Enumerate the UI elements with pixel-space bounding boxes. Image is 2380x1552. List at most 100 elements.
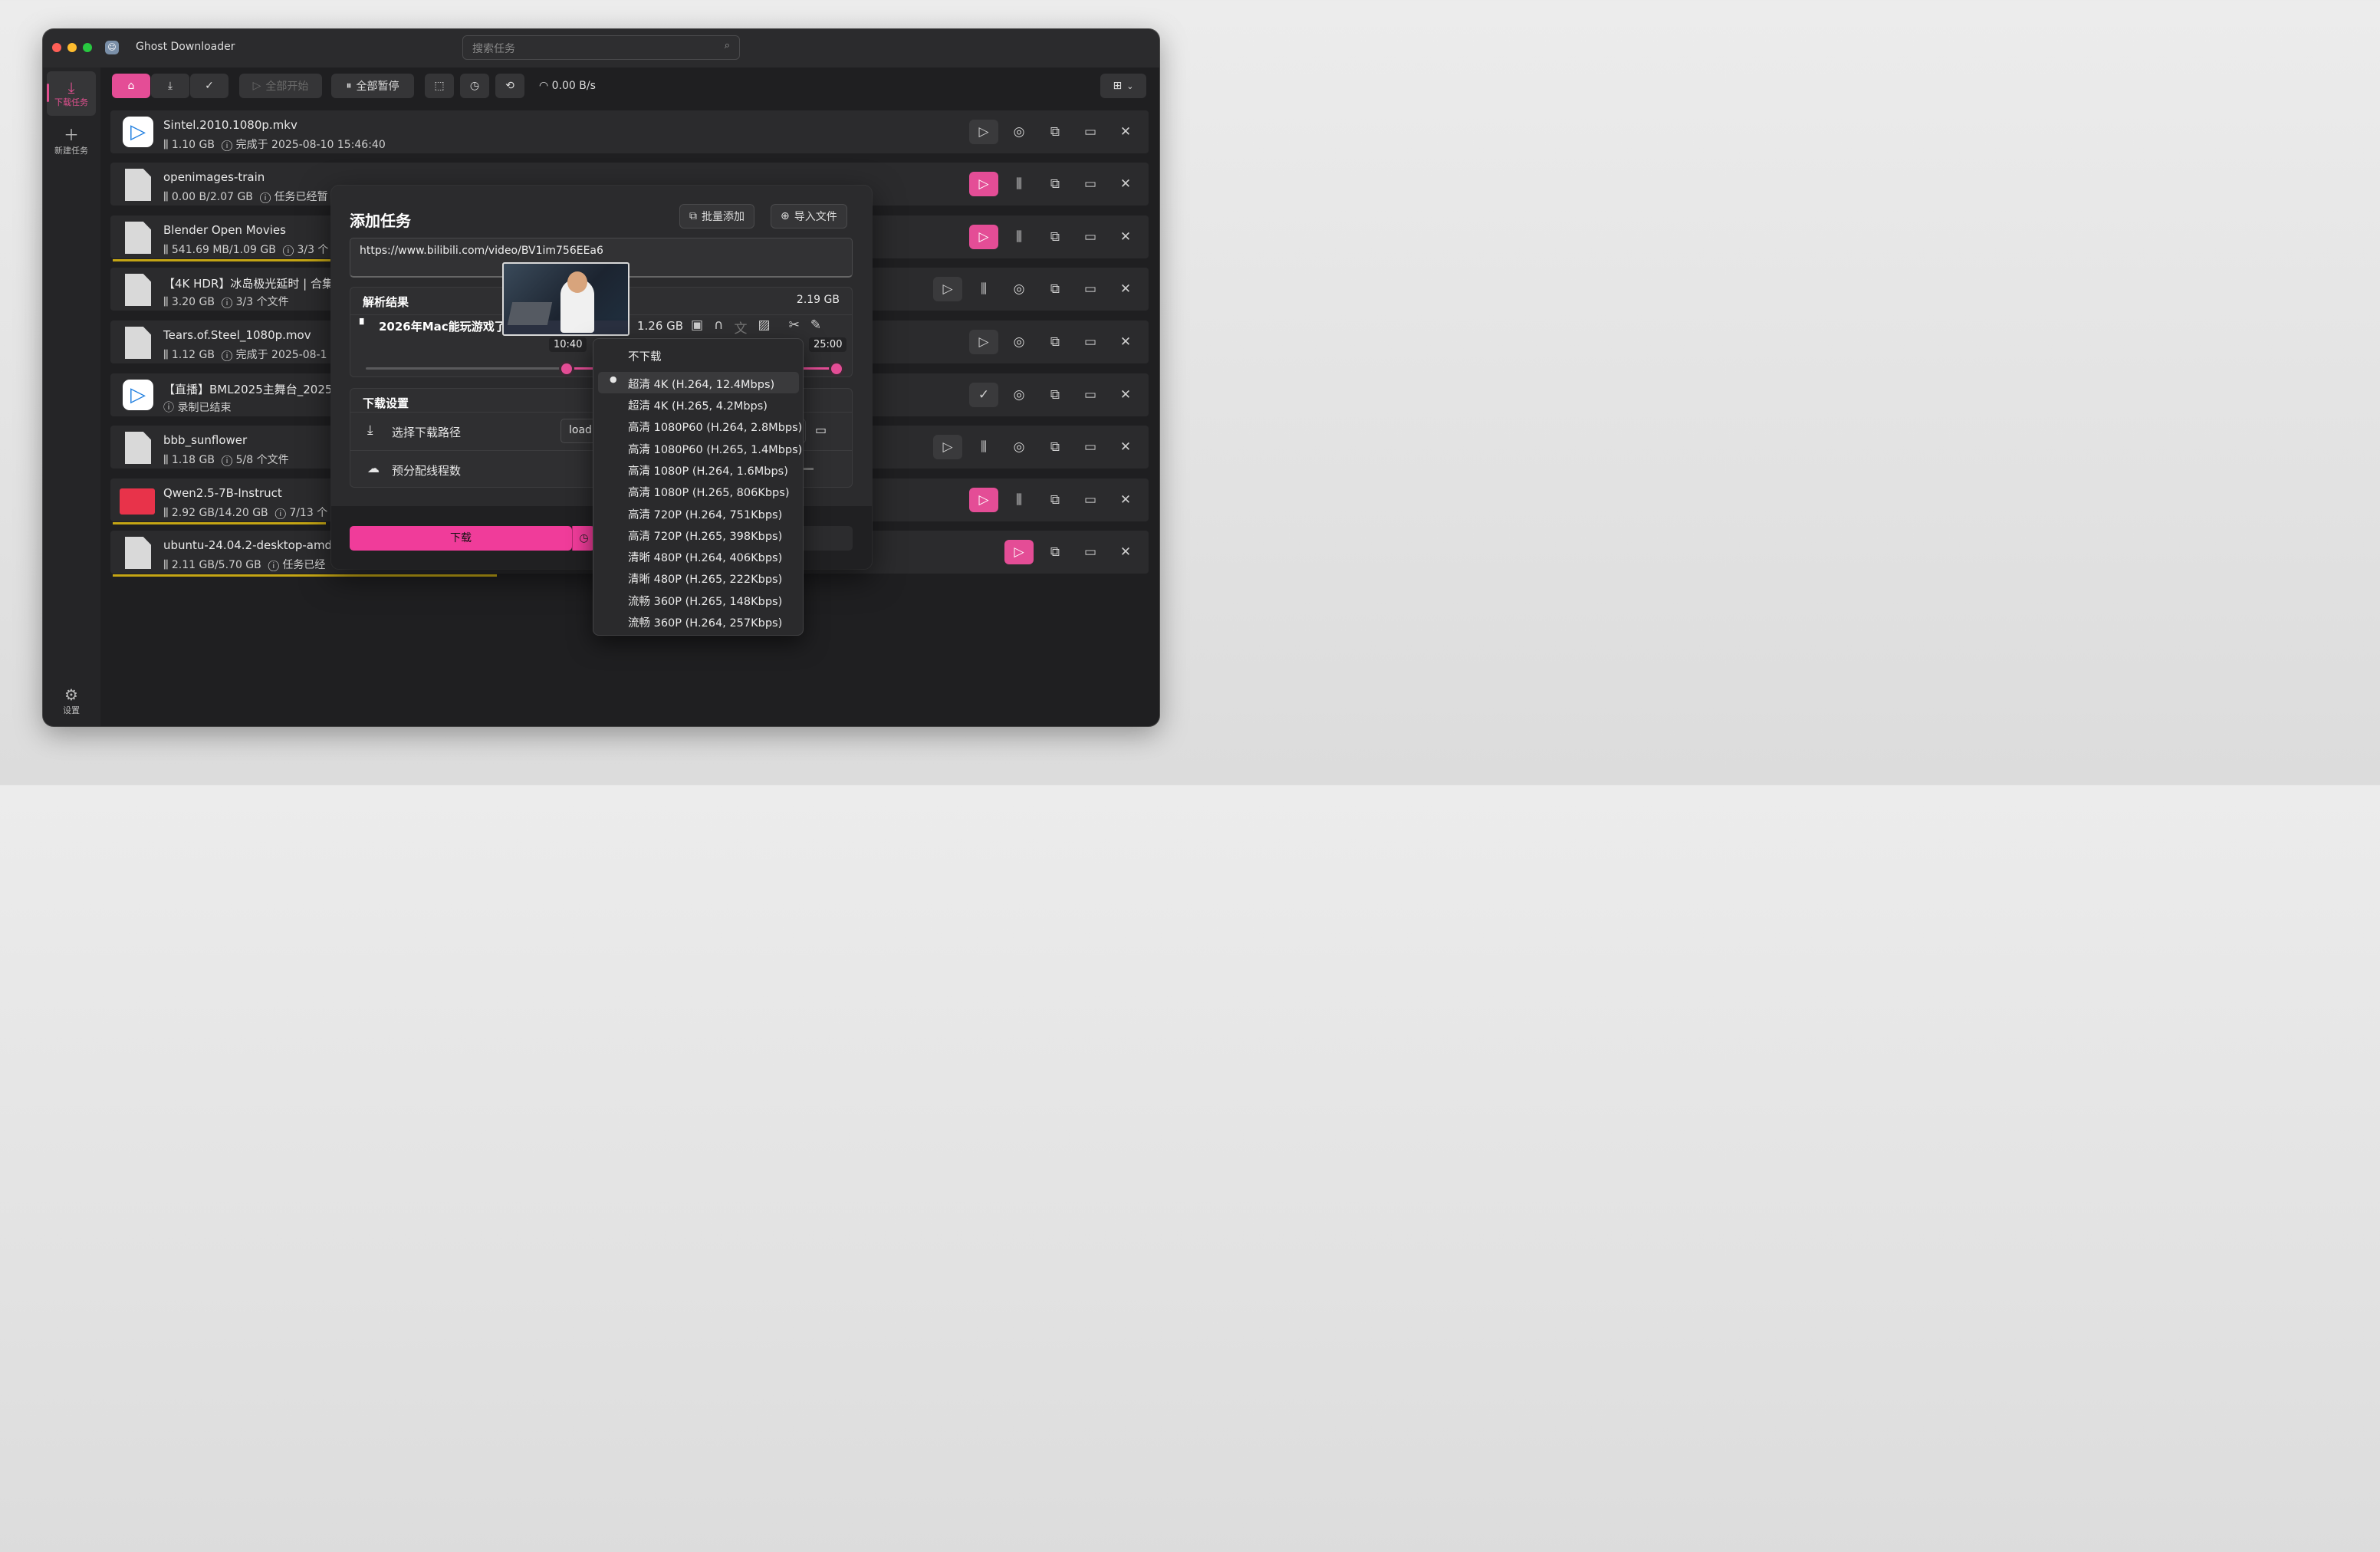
open-file-icon[interactable]: ⧉ (1040, 277, 1070, 301)
hash-icon[interactable]: ◎ (1004, 435, 1034, 459)
browse-folder-icon[interactable]: ▭ (815, 423, 827, 437)
schedule-download-icon[interactable]: ◷ (572, 526, 595, 551)
quality-option[interactable]: 高清 1080P60 (H.265, 1.4Mbps) (628, 441, 802, 457)
sidebar-item-label: 设置 (63, 705, 80, 715)
open-file-icon[interactable]: ⧉ (1040, 488, 1070, 512)
quality-option[interactable]: 高清 1080P (H.264, 1.6Mbps) (628, 462, 788, 478)
close-icon[interactable]: ✕ (1111, 540, 1140, 564)
quality-option[interactable]: 高清 720P (H.264, 751Kbps) (628, 506, 782, 522)
segments-icon[interactable]: ⫼ (969, 435, 998, 459)
sidebar-item-downloads[interactable]: ⤓ 下载任务 (47, 71, 96, 116)
minimize-window-button[interactable] (67, 43, 77, 52)
segments-icon[interactable]: ⫼ (1004, 488, 1034, 512)
close-icon[interactable]: ✕ (1111, 277, 1140, 301)
sidebar-item-settings[interactable]: ⚙ 设置 (47, 686, 96, 716)
quality-option[interactable]: 流畅 360P (H.264, 257Kbps) (628, 614, 782, 630)
task-name: bbb_sunflower (163, 433, 248, 447)
batch-add-label: 批量添加 (702, 211, 745, 223)
play-button[interactable]: ▷ (969, 120, 998, 144)
hash-icon[interactable]: ◎ (1004, 277, 1034, 301)
close-icon[interactable]: ✕ (1111, 383, 1140, 407)
slider-start-handle[interactable] (561, 363, 572, 374)
edit-icon[interactable]: ✎ (810, 317, 821, 337)
quality-option[interactable]: 超清 4K (H.264, 12.4Mbps) (628, 376, 774, 392)
open-file-icon[interactable]: ⧉ (1040, 120, 1070, 144)
filter-completed-button[interactable]: ✓ (190, 74, 228, 98)
folder-icon[interactable]: ▭ (1076, 120, 1105, 144)
headphones-icon[interactable]: ∩ (714, 317, 723, 337)
filter-all-button[interactable]: ⌂ (112, 74, 150, 98)
folder-icon[interactable]: ▭ (1076, 488, 1105, 512)
task-status: 3/3 个文件 (235, 296, 289, 308)
close-icon[interactable]: ✕ (1111, 172, 1140, 196)
quality-option[interactable]: 流畅 360P (H.265, 148Kbps) (628, 593, 782, 609)
close-icon[interactable]: ✕ (1111, 330, 1140, 354)
close-icon[interactable]: ✕ (1111, 435, 1140, 459)
zoom-window-button[interactable] (83, 43, 92, 52)
subtitle-icon[interactable]: 文 (735, 317, 748, 337)
search-input[interactable]: 搜索任务 ⌕ (462, 35, 740, 60)
import-file-button[interactable]: ⊕ 导入文件 (771, 204, 847, 229)
scissors-icon[interactable]: ✂ (789, 317, 800, 337)
close-icon[interactable]: ✕ (1111, 488, 1140, 512)
refresh-button[interactable]: ⟲ (495, 74, 524, 98)
play-button[interactable]: ▷ (969, 488, 998, 512)
folder-icon[interactable]: ▭ (1076, 330, 1105, 354)
task-meta: ⫼ 1.12 GB ⓘ 完成于 2025-08-1 (163, 349, 327, 361)
play-button[interactable]: ▷ (969, 172, 998, 196)
hash-icon[interactable]: ◎ (1004, 120, 1034, 144)
start-all-button[interactable]: ▷ 全部开始 (239, 74, 322, 98)
open-file-icon[interactable]: ⧉ (1040, 330, 1070, 354)
image-icon[interactable]: ▨ (758, 317, 771, 337)
open-file-icon[interactable]: ⧉ (1040, 383, 1070, 407)
sidebar-item-new-task[interactable]: ＋ 新建任务 (47, 126, 96, 156)
task-row[interactable]: ▷ Sintel.2010.1080p.mkv ⫼ 1.10 GB ⓘ 完成于 … (110, 110, 1149, 153)
quality-option[interactable]: 高清 1080P (H.265, 806Kbps) (628, 484, 789, 500)
completed-check-button[interactable]: ✓ (969, 383, 998, 407)
folder-icon[interactable]: ▭ (1076, 435, 1105, 459)
open-file-icon[interactable]: ⧉ (1040, 172, 1070, 196)
folder-icon[interactable]: ▭ (1076, 225, 1105, 249)
quality-option[interactable]: 超清 4K (H.265, 4.2Mbps) (628, 397, 768, 413)
close-window-button[interactable] (52, 43, 61, 52)
schedule-button[interactable]: ◷ (460, 74, 489, 98)
quality-option[interactable]: 清晰 480P (H.265, 222Kbps) (628, 570, 782, 587)
quality-option[interactable]: 清晰 480P (H.264, 406Kbps) (628, 549, 782, 565)
folder-icon[interactable]: ▭ (1076, 383, 1105, 407)
play-button[interactable]: ▷ (1004, 540, 1034, 564)
play-button[interactable]: ▷ (933, 435, 962, 459)
open-file-icon[interactable]: ⧉ (1040, 225, 1070, 249)
quality-option[interactable]: 不下载 (628, 348, 662, 364)
folder-icon[interactable]: ▭ (1076, 540, 1105, 564)
play-button[interactable]: ▷ (933, 277, 962, 301)
video-icon[interactable]: ▣ (691, 317, 703, 337)
segments-icon[interactable]: ⫼ (969, 277, 998, 301)
play-button[interactable]: ▷ (969, 330, 998, 354)
pause-all-button[interactable]: ⏸ 全部暂停 (331, 74, 414, 98)
download-button[interactable]: 下载 (350, 526, 572, 551)
threads-slider[interactable] (803, 468, 814, 470)
play-button[interactable]: ▷ (969, 225, 998, 249)
task-size: 541.69 MB/1.09 GB (171, 244, 276, 256)
task-status: 任务已经 (282, 559, 326, 571)
filter-downloading-button[interactable]: ⤓ (151, 74, 189, 98)
slider-end-handle[interactable] (831, 363, 842, 374)
open-file-icon[interactable]: ⧉ (1040, 540, 1070, 564)
segments-icon[interactable]: ⫼ (1004, 225, 1034, 249)
folder-icon[interactable]: ▭ (1076, 277, 1105, 301)
quality-option[interactable]: 高清 1080P60 (H.264, 2.8Mbps) (628, 419, 802, 435)
batch-add-button[interactable]: ⧉ 批量添加 (679, 204, 754, 229)
select-button[interactable]: ⬚ (425, 74, 454, 98)
segments-icon[interactable]: ⫼ (1004, 172, 1034, 196)
thumb-head (567, 271, 587, 293)
hash-icon[interactable]: ◎ (1004, 330, 1034, 354)
task-name: openimages-train (163, 170, 265, 184)
close-icon[interactable]: ✕ (1111, 120, 1140, 144)
quality-option[interactable]: 高清 720P (H.265, 398Kbps) (628, 528, 782, 544)
layout-button[interactable]: ⊞ ⌄ (1100, 74, 1146, 98)
open-file-icon[interactable]: ⧉ (1040, 435, 1070, 459)
close-icon[interactable]: ✕ (1111, 225, 1140, 249)
folder-icon[interactable]: ▭ (1076, 172, 1105, 196)
hash-icon[interactable]: ◎ (1004, 383, 1034, 407)
task-size: 1.12 GB (171, 349, 215, 361)
